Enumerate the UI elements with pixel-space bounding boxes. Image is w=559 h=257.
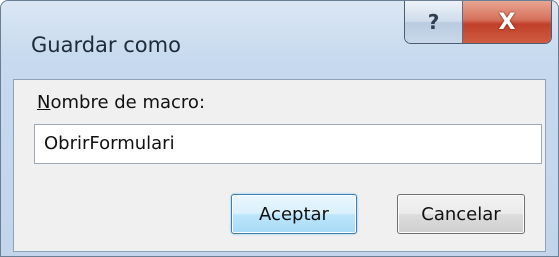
title-bar[interactable]: Guardar como ? X [1,1,558,79]
help-button[interactable]: ? [405,1,463,43]
label-mnemonic: N [37,92,51,113]
dialog-body: Nombre de macro: ObrirFormulari Aceptar … [13,79,546,252]
question-mark-icon: ? [427,10,440,34]
cancel-button[interactable]: Cancelar [397,194,525,234]
close-button[interactable]: X [463,1,551,43]
macro-name-label: Nombre de macro: [37,92,205,113]
dialog-title: Guardar como [31,33,181,57]
label-text: ombre de macro: [50,92,206,113]
accept-button[interactable]: Aceptar [231,194,357,234]
save-as-dialog: Guardar como ? X Nombre de macro: ObrirF… [0,0,559,257]
macro-name-input[interactable]: ObrirFormulari [34,124,542,164]
window-controls: ? X [404,1,552,44]
close-x-icon: X [498,9,516,35]
